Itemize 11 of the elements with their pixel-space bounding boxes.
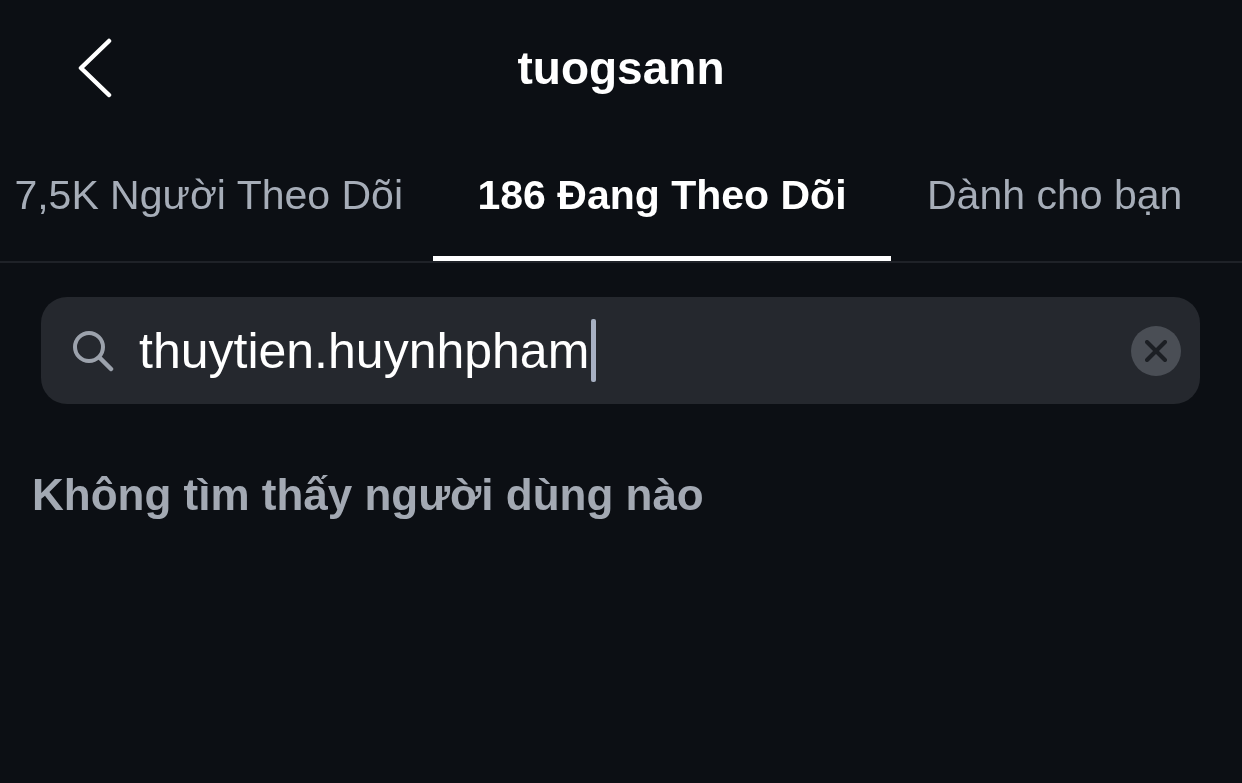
search-query: thuytien.huynhpham (139, 325, 590, 376)
profile-username: tuogsann (517, 42, 725, 94)
search-field[interactable]: thuytien.huynhpham (41, 297, 1200, 404)
chevron-left-icon (76, 38, 112, 98)
empty-results-message: Không tìm thấy người dùng nào (32, 470, 704, 519)
tab[interactable]: Dành cho bạn (891, 136, 1242, 261)
tab[interactable]: 186 Đang Theo Dõi (433, 136, 891, 261)
close-icon (1145, 339, 1167, 362)
search-icon (72, 329, 114, 372)
tab[interactable]: 7,5K Người Theo Dõi (0, 136, 433, 261)
text-cursor-icon (591, 319, 597, 382)
